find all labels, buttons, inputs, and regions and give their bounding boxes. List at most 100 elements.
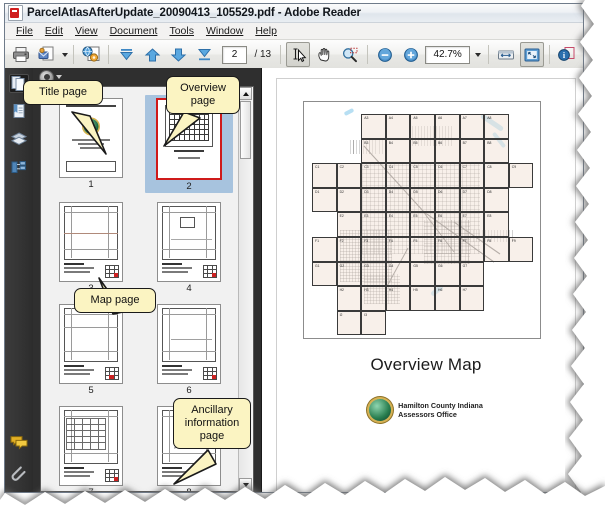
map-grid-cell: F9 bbox=[508, 237, 534, 262]
map-grid-cell: D6 bbox=[435, 187, 460, 213]
menu-edit[interactable]: Edit bbox=[39, 24, 69, 39]
menu-help[interactable]: Help bbox=[249, 24, 283, 39]
map-grid-cell: E6 bbox=[435, 212, 460, 237]
thumbnail-number: 7 bbox=[88, 488, 93, 492]
sidebar-item-comments[interactable] bbox=[9, 434, 29, 453]
map-grid-cell: C4 bbox=[385, 163, 411, 188]
scroll-down-button[interactable] bbox=[239, 478, 252, 491]
overview-page-callout: Overview page bbox=[166, 76, 240, 114]
web-document-button[interactable] bbox=[79, 42, 103, 67]
map-grid-cell: H7 bbox=[459, 286, 485, 311]
document-view[interactable]: A3 A4 A5 A6 A7 A8 B3 B4 B5 B6 B7 B8 C1 C2 C3 C4 C5 C6 C7 C8… bbox=[262, 68, 583, 492]
title-page-callout: Title page bbox=[23, 80, 103, 105]
map-grid-cell: E2 bbox=[336, 212, 362, 237]
marquee-zoom-button[interactable] bbox=[338, 42, 362, 67]
zoom-out-button[interactable] bbox=[373, 42, 397, 67]
fit-width-icon bbox=[497, 50, 514, 59]
scrollbar-thumb[interactable] bbox=[240, 101, 251, 159]
map-grid-cell: F2 bbox=[336, 237, 362, 262]
scroll-up-button[interactable] bbox=[239, 87, 252, 100]
thumbnail-page-6[interactable]: 6 bbox=[145, 301, 233, 397]
map-grid-cell: D4 bbox=[385, 187, 411, 213]
sidebar-item-bookmarks[interactable] bbox=[9, 102, 29, 121]
map-grid-cell: C7 bbox=[459, 163, 485, 188]
map-grid-cell: F5 bbox=[410, 237, 435, 262]
text-select-icon bbox=[293, 47, 306, 62]
sidebar-item-layers[interactable] bbox=[9, 130, 29, 149]
map-grid-cell: E8 bbox=[484, 212, 509, 237]
map-grid-cell: G7 bbox=[459, 261, 485, 287]
thumbnail-page-4[interactable]: 4 bbox=[145, 199, 233, 295]
map-grid-cell: G1 bbox=[312, 261, 337, 287]
map-grid-cell: H2 bbox=[336, 286, 362, 311]
last-page-button[interactable] bbox=[192, 42, 216, 67]
menu-document-label: Document bbox=[109, 24, 158, 37]
map-grid-cell: B6 bbox=[435, 138, 460, 164]
menu-document[interactable]: Document bbox=[104, 24, 164, 39]
next-page-button[interactable] bbox=[166, 42, 190, 67]
thumbnail-page-7[interactable]: 7 bbox=[47, 403, 135, 492]
email-button[interactable] bbox=[35, 42, 59, 67]
scroll-up-arrow bbox=[242, 91, 249, 96]
scroll-down-arrow bbox=[242, 482, 249, 487]
help-button[interactable]: i bbox=[555, 42, 579, 67]
map-grid-cell: E7 bbox=[459, 212, 485, 237]
menu-window[interactable]: Window bbox=[200, 24, 249, 39]
bookmarks-icon bbox=[13, 104, 25, 118]
menu-bar: File Edit View Document Tools Window Hel… bbox=[5, 23, 583, 40]
map-grid-cell: H3 bbox=[361, 286, 386, 311]
toolbar-separator-5 bbox=[487, 45, 489, 64]
map-grid-cell: B3 bbox=[361, 138, 386, 164]
menu-tools[interactable]: Tools bbox=[163, 24, 200, 39]
hand-tool-button[interactable] bbox=[312, 42, 336, 67]
map-grid-cell: I2 bbox=[336, 310, 362, 336]
first-page-icon bbox=[119, 48, 133, 60]
map-grid-cell: G3 bbox=[361, 261, 386, 287]
fit-width-button[interactable] bbox=[494, 42, 518, 67]
map-grid-cell: G6 bbox=[435, 261, 460, 287]
email-dropdown-caret[interactable] bbox=[62, 52, 69, 57]
map-grid-cell: D5 bbox=[410, 187, 435, 213]
thumbnail-number: 4 bbox=[186, 283, 192, 294]
email-attach-icon bbox=[38, 46, 54, 61]
map-grid-cell: A3 bbox=[361, 114, 386, 139]
map-grid-cell: B4 bbox=[385, 138, 411, 164]
first-page-button[interactable] bbox=[114, 42, 138, 67]
county-seal-icon bbox=[369, 399, 392, 421]
zoom-dropdown-caret[interactable] bbox=[472, 47, 483, 63]
map-grid-cell: H5 bbox=[410, 286, 435, 311]
screenshot-root: ParcelAtlasAfterUpdate_20090413_105529.p… bbox=[0, 0, 605, 510]
hand-icon bbox=[318, 47, 329, 61]
toolbar-separator-2 bbox=[108, 45, 110, 64]
thumbnail-number: 2 bbox=[186, 181, 192, 192]
options-dropdown-caret[interactable] bbox=[56, 75, 62, 79]
sidebar-item-attachments[interactable] bbox=[9, 465, 29, 484]
toolbar-separator-4 bbox=[367, 45, 369, 64]
main-toolbar: 2 / 13 42.7% i bbox=[5, 40, 583, 70]
previous-page-button[interactable] bbox=[140, 42, 164, 67]
ancillary-page-callout-tail bbox=[172, 448, 226, 492]
county-name: Hamilton County Indiana bbox=[398, 401, 483, 410]
fit-page-icon bbox=[524, 48, 540, 61]
map-grid-cell: E5 bbox=[410, 212, 435, 237]
select-tool-button[interactable] bbox=[286, 42, 311, 67]
menu-file-label: File bbox=[16, 24, 33, 37]
menu-view[interactable]: View bbox=[69, 24, 104, 39]
fit-page-button[interactable] bbox=[519, 42, 544, 67]
menu-file[interactable]: File bbox=[10, 24, 39, 39]
map-grid-cell: D8 bbox=[484, 187, 509, 213]
print-button[interactable] bbox=[9, 42, 33, 67]
print-icon bbox=[13, 47, 30, 62]
map-grid-cell: C3 bbox=[361, 163, 386, 188]
map-grid-cell: D2 bbox=[336, 187, 362, 213]
map-grid-cell: C8 bbox=[484, 163, 509, 188]
map-grid-cell: F8 bbox=[484, 237, 509, 262]
map-grid-cell: C1 bbox=[312, 163, 337, 188]
assessor-credit: Hamilton County Indiana Assessors Office bbox=[277, 399, 575, 421]
sidebar-item-model-tree[interactable] bbox=[9, 158, 29, 177]
zoom-level-input[interactable]: 42.7% bbox=[425, 45, 470, 64]
map-grid-cell: C6 bbox=[435, 163, 460, 188]
zoom-in-button[interactable] bbox=[399, 42, 423, 67]
map-grid-cell: A7 bbox=[459, 114, 485, 139]
current-page-input[interactable]: 2 bbox=[221, 45, 248, 64]
